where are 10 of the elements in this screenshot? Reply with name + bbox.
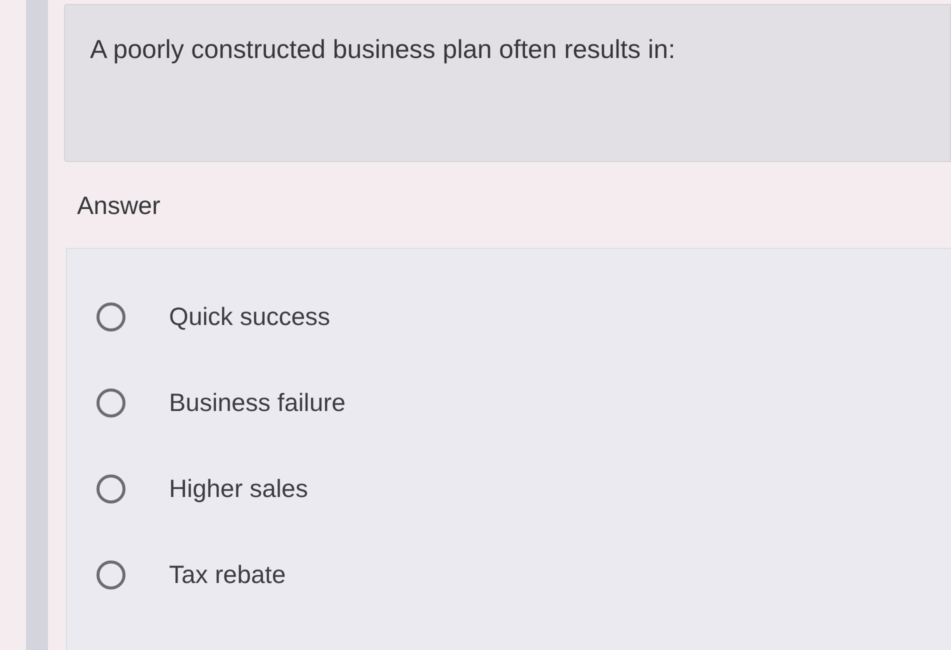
radio-button[interactable]: [96, 474, 126, 504]
radio-button[interactable]: [96, 388, 126, 418]
question-text: A poorly constructed business plan often results in:: [90, 34, 676, 64]
option-label[interactable]: Business failure: [169, 388, 346, 418]
radio-button[interactable]: [96, 302, 126, 332]
option-label[interactable]: Higher sales: [169, 474, 308, 504]
answer-label: Answer: [77, 190, 160, 220]
radio-button[interactable]: [96, 560, 126, 590]
option-label[interactable]: Tax rebate: [169, 560, 286, 590]
option-label[interactable]: Quick success: [169, 302, 330, 332]
